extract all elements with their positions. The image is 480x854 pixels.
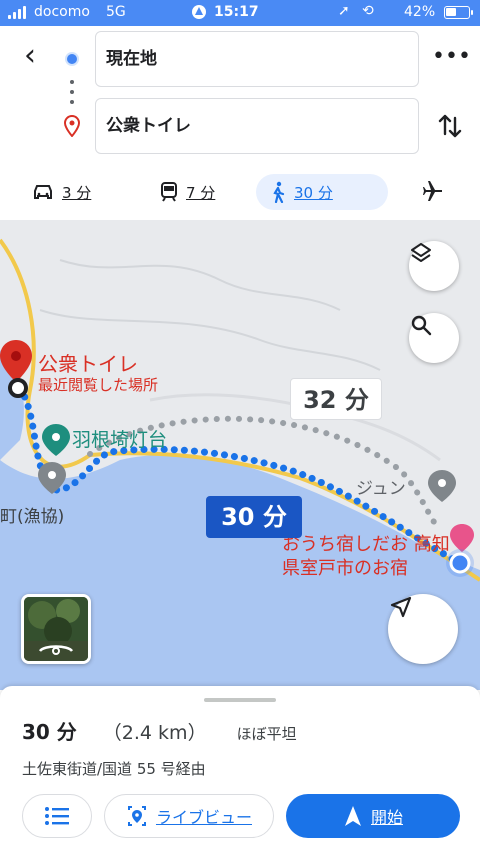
- inn-label-line1: おうち宿しだお 高知: [282, 534, 450, 555]
- route-terrain: ほぼ平坦: [236, 725, 297, 743]
- sheet-drag-handle[interactable]: [204, 698, 276, 702]
- inn-label-line2: 県室戸市のお宿: [282, 558, 408, 579]
- more-options-button[interactable]: •••: [432, 44, 471, 74]
- lighthouse-label: 羽根埼灯台: [72, 429, 168, 451]
- orientation-lock-icon: ⟲: [362, 3, 374, 19]
- recenter-button[interactable]: [388, 594, 458, 664]
- route-summary: 30 分 （2.4 km） ほぼ平坦: [22, 716, 297, 745]
- tab-transit[interactable]: 7 分: [160, 174, 215, 210]
- swap-icon[interactable]: [434, 110, 466, 142]
- tab-walking[interactable]: 30 分: [256, 174, 388, 210]
- carrier-name: docomo: [34, 4, 90, 20]
- tab-driving[interactable]: 3 分: [32, 174, 91, 210]
- layers-icon: [411, 243, 431, 262]
- inn-poi-icon[interactable]: [450, 524, 474, 552]
- navigation-active-icon: [192, 5, 206, 19]
- clock: 15:17: [214, 4, 259, 20]
- route-distance: （2.4 km）: [102, 722, 207, 744]
- alternate-route-time[interactable]: 32 分: [290, 378, 382, 420]
- airplane-icon: [423, 181, 442, 201]
- destination-label: 公衆トイレ: [38, 352, 138, 376]
- current-location-dot: [449, 552, 471, 574]
- start-arrow-icon: [344, 806, 361, 826]
- travel-mode-tabs: 3 分 7 分 30 分: [0, 172, 480, 212]
- list-icon: [45, 807, 69, 825]
- location-services-icon: ➚: [338, 3, 350, 19]
- directions-header: ‹ 現在地 公衆トイレ ••• 3 分 7 分 30 分: [0, 26, 480, 220]
- layers-button[interactable]: [409, 241, 459, 291]
- steps-button[interactable]: [22, 794, 92, 838]
- lighthouse-poi-icon[interactable]: [42, 424, 70, 456]
- signal-icon: [8, 6, 26, 19]
- driving-time: 3 分: [62, 183, 92, 202]
- back-button[interactable]: ‹: [12, 38, 48, 74]
- destination-field[interactable]: 公衆トイレ: [95, 98, 419, 154]
- fishery-label: 町(漁協): [0, 507, 65, 527]
- jun-poi-icon[interactable]: [428, 470, 456, 502]
- status-bar: docomo 5G 15:17 ➚ ⟲ 42%: [0, 0, 480, 26]
- origin-dot-icon: [65, 52, 79, 66]
- search-icon: [411, 315, 432, 336]
- navigation-arrow-icon: [390, 596, 412, 618]
- car-icon: [34, 185, 52, 199]
- train-icon: [161, 182, 177, 202]
- live-view-icon: [127, 806, 146, 826]
- selected-route-time[interactable]: 30 分: [206, 496, 302, 538]
- route-duration: 30 分: [22, 720, 77, 744]
- start-navigation-button[interactable]: 開始: [286, 794, 460, 838]
- tab-flights[interactable]: [422, 174, 444, 210]
- walking-time: 30 分: [294, 183, 333, 202]
- route-via: 土佐東街道/国道 55 号経由: [22, 760, 206, 778]
- live-view-label: ライブビュー: [155, 808, 252, 827]
- destination-pin-icon: [64, 115, 80, 137]
- street-view-image: [24, 597, 88, 661]
- transit-time: 7 分: [186, 183, 216, 202]
- battery-icon: [444, 6, 473, 19]
- search-along-route-button[interactable]: [409, 313, 459, 363]
- start-label: 開始: [370, 808, 403, 827]
- live-view-button[interactable]: ライブビュー: [104, 794, 274, 838]
- battery-percent: 42%: [404, 4, 436, 20]
- destination-sublabel: 最近閲覧した場所: [38, 376, 159, 394]
- map-view[interactable]: 公衆トイレ 最近閲覧した場所 羽根埼灯台 町(漁協) ジュン おうち宿しだお 高…: [0, 220, 480, 690]
- walking-icon: [273, 181, 285, 203]
- street-view-thumbnail[interactable]: [21, 594, 91, 664]
- route-summary-sheet[interactable]: 30 分 （2.4 km） ほぼ平坦 土佐東街道/国道 55 号経由 ライブビュ…: [0, 686, 480, 854]
- jun-label: ジュン: [356, 479, 406, 499]
- origin-field[interactable]: 現在地: [95, 31, 419, 87]
- network-type: 5G: [106, 4, 126, 20]
- route-connector-icon: [70, 80, 74, 104]
